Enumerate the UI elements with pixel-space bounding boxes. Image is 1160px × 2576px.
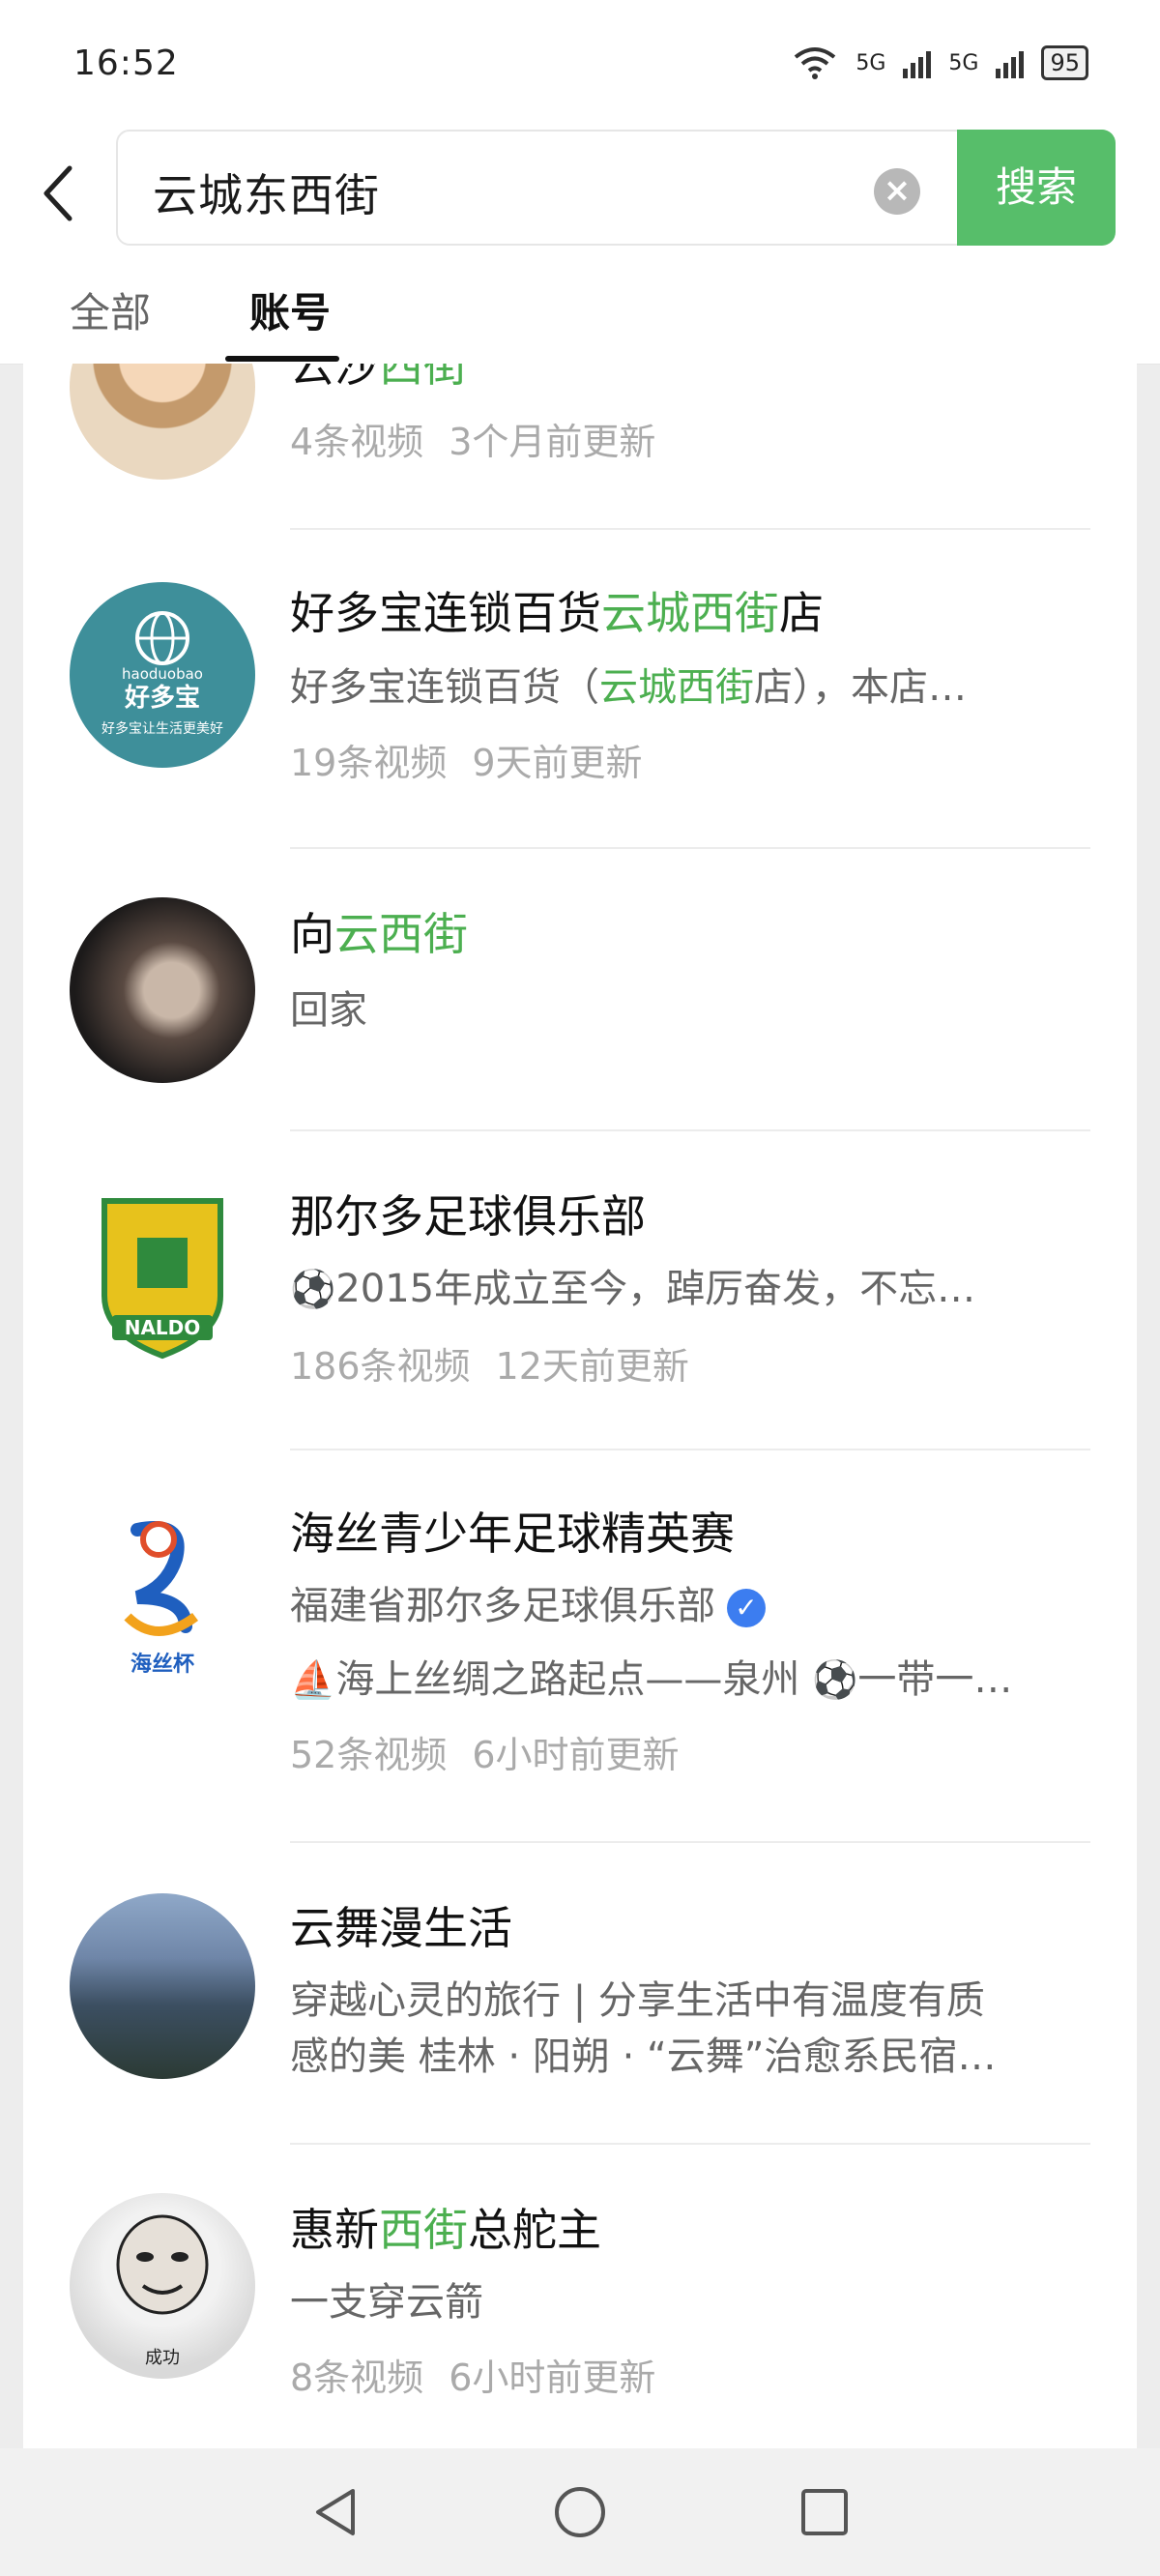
search-button[interactable]: 搜索 [957,130,1116,246]
result-desc: 感的美 桂林 · 阳朔 · “云舞”治愈系民宿… [290,2034,997,2079]
result-desc: 穿越心灵的旅行 | 分享生活中有温度有质 [290,1978,985,2023]
result-meta: 8条视频 6小时前更新 [290,2356,656,2399]
status-bar: 16:52 5G 5G 95 [0,0,1160,126]
status-icons: 5G 5G 95 [792,45,1088,80]
avatar: haoduobao 好多宝 好多宝让生活更美好 [70,582,255,768]
avatar: NALDO [70,1180,255,1365]
svg-text:haoduobao: haoduobao [122,665,203,683]
result-desc: ⚽2015年成立至今，踔厉奋发，不忘… [290,1267,976,1311]
system-nav-bar [0,2448,1160,2576]
search-input[interactable]: 云城东西街 × [116,130,959,246]
meme-face-icon: 成功 [116,2214,209,2368]
back-arrow-icon[interactable] [31,155,89,232]
network-label: 5G [948,50,979,75]
svg-text:成功: 成功 [145,2348,180,2368]
tournament-logo-icon: 海丝杯 [124,1521,198,1677]
list-item[interactable]: 成功 惠新西街总舵主 一支穿云箭 8条视频 6小时前更新 [23,2145,1137,2448]
clear-icon[interactable]: × [874,168,920,215]
nav-recent-icon[interactable] [791,2478,858,2546]
list-item[interactable]: NALDO 那尔多足球俱乐部 ⚽2015年成立至今，踔厉奋发，不忘… 186条视… [23,1131,1137,1450]
result-name: 向云西街 [290,908,468,960]
list-item[interactable]: haoduobao 好多宝 好多宝让生活更美好 好多宝连锁百货云城西街店 好多宝… [23,530,1137,849]
result-desc: 回家 [290,988,367,1033]
results-list: 云沙西街 4条视频 3个月前更新 haoduobao 好多宝 好多宝让生活更美好 … [23,364,1137,2448]
result-desc: 一支穿云箭 [290,2280,483,2325]
result-name: 好多宝连锁百货云城西街店 [290,587,824,639]
result-name: 云沙西街 [290,364,468,392]
soccer-ball-icon: ⚽ [290,1268,336,1310]
result-meta: 4条视频 3个月前更新 [290,421,656,463]
soccer-ball-icon: ⚽ [812,1658,858,1701]
svg-text:好多宝: 好多宝 [124,683,200,713]
tab-all[interactable]: 全部 [70,280,151,339]
status-time: 16:52 [73,43,179,83]
result-name: 惠新西街总舵主 [290,2204,601,2256]
tab-underline [225,356,339,362]
list-item[interactable]: 云舞漫生活 穿越心灵的旅行 | 分享生活中有温度有质 感的美 桂林 · 阳朔 ·… [23,1843,1137,2145]
avatar [70,364,255,480]
nav-back-icon[interactable] [302,2478,369,2546]
result-name: 云舞漫生活 [290,1902,512,1954]
result-name: 海丝青少年足球精英赛 [290,1508,735,1560]
verified-icon: ✓ [727,1589,766,1627]
nav-home-icon[interactable] [546,2478,614,2546]
list-item[interactable]: 云沙西街 4条视频 3个月前更新 [23,364,1137,530]
tab-bar: 全部 账号 [0,271,1160,364]
wifi-icon [795,47,836,79]
sailboat-icon: ⛵ [290,1658,336,1701]
avatar: 海丝杯 [70,1501,255,1686]
svg-text:NALDO: NALDO [125,1316,201,1339]
result-name: 那尔多足球俱乐部 [290,1190,646,1243]
search-header: 云城东西街 × 搜索 全部 账号 [0,126,1160,365]
result-meta: 186条视频 12天前更新 [290,1345,689,1388]
result-org: 福建省那尔多足球俱乐部 ✓ [290,1574,1117,1630]
globe-logo-icon: haoduobao 好多宝 好多宝让生活更美好 [102,611,223,737]
signal-icon [903,47,932,78]
battery-icon: 95 [1041,45,1088,80]
avatar: 成功 [70,2193,255,2379]
avatar [70,897,255,1083]
search-query[interactable]: 云城东西街 [153,161,380,224]
avatar [70,1893,255,2079]
club-badge-icon: NALDO [102,1198,223,1360]
signal-icon [996,47,1025,78]
tab-account[interactable]: 账号 [249,280,331,339]
network-label: 5G [856,50,886,75]
result-desc: 好多宝连锁百货（云城西街店），本店… [290,665,967,710]
list-item[interactable]: 海丝杯 海丝青少年足球精英赛 福建省那尔多足球俱乐部 ✓ ⛵海上丝绸之路起点——泉… [23,1450,1137,1843]
list-item[interactable]: 向云西街 回家 [23,849,1137,1131]
svg-text:海丝杯: 海丝杯 [130,1652,194,1677]
result-meta: 52条视频 6小时前更新 [290,1734,680,1776]
result-meta: 19条视频 9天前更新 [290,742,643,784]
svg-text:好多宝让生活更美好: 好多宝让生活更美好 [102,720,223,737]
result-desc: ⛵海上丝绸之路起点——泉州 ⚽一带一… [290,1657,1013,1702]
